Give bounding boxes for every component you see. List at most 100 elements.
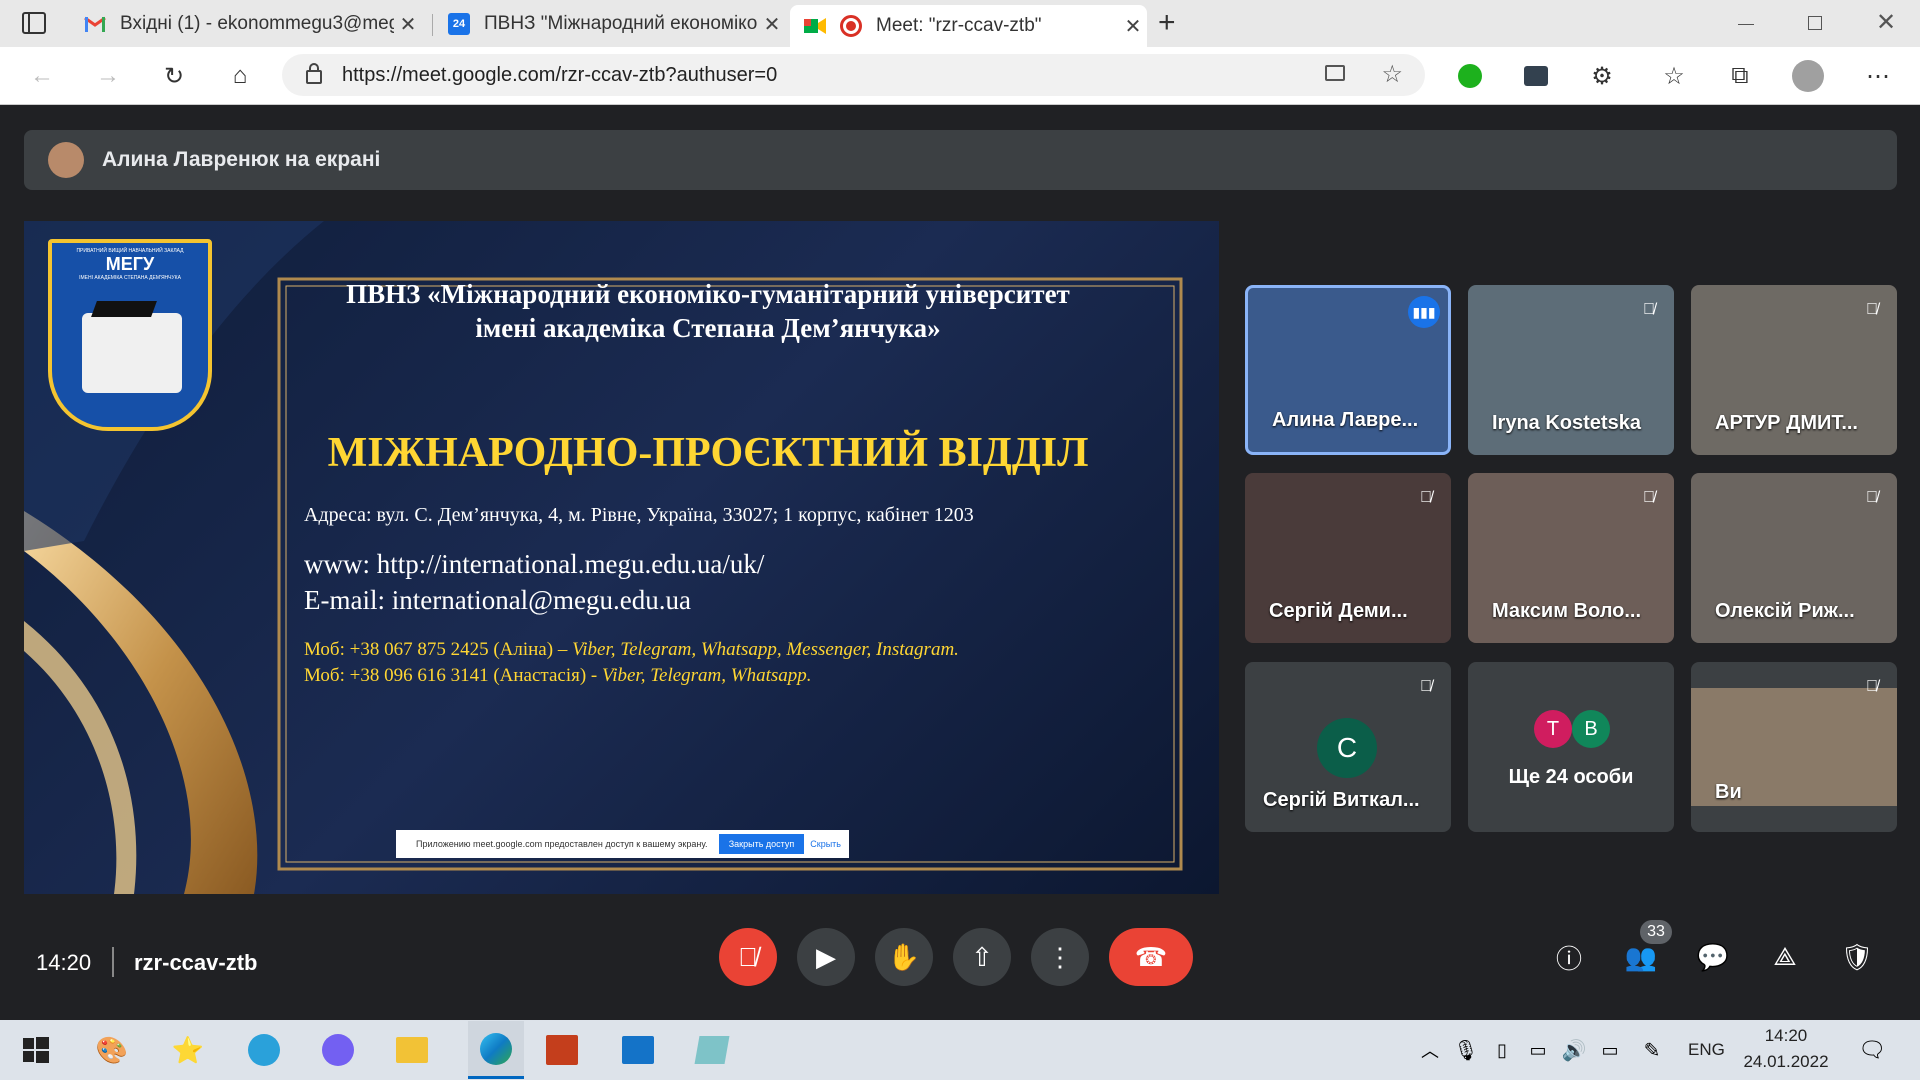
file-explorer-icon[interactable]: [392, 1030, 432, 1070]
clock-date[interactable]: 24.01.2022: [1736, 1052, 1836, 1072]
home-icon[interactable]: ⌂: [224, 60, 256, 92]
forward-icon[interactable]: →: [92, 60, 124, 92]
close-tab-icon[interactable]: ✕: [394, 12, 422, 37]
battery-tray-icon[interactable]: ▭: [1518, 1030, 1558, 1070]
reload-icon[interactable]: ↻: [158, 60, 190, 92]
others-count-label: Ще 24 особи: [1508, 766, 1634, 788]
phone2-apps: - Viber, Telegram, Whatsapp.: [586, 665, 812, 686]
windows-taskbar: 🎨 ⭐ ︿ 🎙 ▯ ▭ 🔊 ▭ ✎ ENG 14:20 24.01.2022 🗨: [0, 1020, 1920, 1080]
favorites-icon[interactable]: ☆: [1658, 60, 1690, 92]
add-favorite-icon[interactable]: ☆: [1381, 60, 1403, 89]
participant-tile[interactable]: 🎙̸ Олексій Риж...: [1691, 473, 1897, 643]
restore-button[interactable]: [1808, 16, 1822, 30]
hide-share-bar-button[interactable]: Скрыть: [810, 839, 841, 849]
notifications-icon[interactable]: 🗨: [1852, 1030, 1892, 1070]
phone1-number: Моб: +38 067 875 2425 (Аліна): [304, 639, 554, 660]
extension-dark-icon[interactable]: [1520, 60, 1552, 92]
close-tab-icon[interactable]: ✕: [1119, 14, 1147, 39]
sticky-app-icon[interactable]: ⭐: [168, 1030, 208, 1070]
close-tab-icon[interactable]: ✕: [758, 12, 786, 37]
screen-share-bar: Приложению meet.google.com предоставлен …: [396, 830, 849, 858]
clock-time[interactable]: 14:20: [1736, 1026, 1836, 1046]
telegram-icon[interactable]: [244, 1030, 284, 1070]
end-call-button[interactable]: ☎: [1109, 928, 1193, 986]
slide-department: МІЖНАРОДНО-ПРОЄКТНИЙ ВІДДІЛ: [327, 430, 1089, 476]
windows-start-icon[interactable]: [16, 1030, 56, 1070]
browser-tab-bar: Вхідні (1) - ekonommegu3@megu.edu.ua ✕ 2…: [0, 0, 1920, 47]
browser-toolbar: ← → ↻ ⌂ https://meet.google.com/rzr-ccav…: [0, 47, 1920, 105]
tab-meet[interactable]: Meet: "rzr-ccav-ztb" ✕: [790, 5, 1147, 47]
minimize-button[interactable]: [1738, 24, 1754, 25]
microphone-tray-icon[interactable]: 🎙: [1446, 1030, 1486, 1070]
camera-toggle-button[interactable]: ▶: [797, 928, 855, 986]
mic-off-icon: 🎙̸: [1866, 489, 1878, 506]
collections-icon[interactable]: ⧉: [1724, 60, 1756, 92]
extensions-icon[interactable]: ⚙: [1586, 60, 1618, 92]
participant-tile[interactable]: ▮▮▮ Алина Лавре...: [1245, 285, 1451, 455]
address-bar[interactable]: https://meet.google.com/rzr-ccav-ztb?aut…: [282, 54, 1425, 96]
powerpoint-icon[interactable]: [542, 1030, 582, 1070]
tab-title: Meet: "rzr-ccav-ztb": [876, 15, 1042, 36]
mic-toggle-button[interactable]: 🎙̸: [719, 928, 777, 986]
people-icon[interactable]: 👥: [1624, 940, 1658, 974]
close-window-button[interactable]: ✕: [1876, 8, 1896, 37]
paint-app-icon[interactable]: 🎨: [92, 1030, 132, 1070]
self-tile[interactable]: 🎙̸ Ви: [1691, 662, 1897, 832]
share-bar-text: Приложению meet.google.com предоставлен …: [416, 839, 708, 849]
mic-off-icon: 🎙̸: [1643, 301, 1655, 318]
extension-green-icon[interactable]: [1454, 60, 1486, 92]
raise-hand-button[interactable]: ✋: [875, 928, 933, 986]
mic-off-icon: 🎙̸: [1643, 489, 1655, 506]
tab-university[interactable]: 24 ПВНЗ "Міжнародний економіко-гуманітар…: [434, 6, 786, 42]
phone1-apps: – Viber, Telegram, Whatsapp, Messenger, …: [553, 639, 959, 660]
participant-tile[interactable]: 🎙̸ С Сергій Виткал...: [1245, 662, 1451, 832]
more-options-button[interactable]: ⋮: [1031, 928, 1089, 986]
new-tab-button[interactable]: +: [1158, 6, 1176, 40]
meet-area: Алина Лавренюк на екрані ПРИВАТНИЙ ВИЩИЙ…: [0, 105, 1920, 1020]
tray-chevron-icon[interactable]: ︿: [1410, 1030, 1450, 1070]
gmail-icon: [84, 13, 106, 35]
network-tray-icon[interactable]: ▭: [1590, 1030, 1630, 1070]
participant-tile[interactable]: 🎙̸ Максим Воло...: [1468, 473, 1674, 643]
mic-off-icon: 🎙̸: [1866, 301, 1878, 318]
divider: [112, 947, 114, 977]
mic-off-icon: 🎙̸: [1420, 678, 1432, 695]
avatar: Т: [1534, 710, 1572, 748]
participant-name: Максим Воло...: [1492, 600, 1642, 622]
others-tile[interactable]: Т В Ще 24 особи: [1468, 662, 1674, 832]
participant-tile[interactable]: 🎙̸ АРТУР ДМИТ...: [1691, 285, 1897, 455]
tab-gmail[interactable]: Вхідні (1) - ekonommegu3@megu.edu.ua ✕: [70, 6, 422, 42]
participant-tile[interactable]: 🎙̸ Сергій Деми...: [1245, 473, 1451, 643]
mic-off-icon: 🎙̸: [1866, 678, 1878, 695]
photos-icon[interactable]: [618, 1030, 658, 1070]
back-icon[interactable]: ←: [26, 60, 58, 92]
host-controls-icon[interactable]: 🛡: [1840, 940, 1874, 974]
present-button[interactable]: ⇧: [953, 928, 1011, 986]
volume-tray-icon[interactable]: 🔊: [1554, 1030, 1594, 1070]
camera-in-use-icon[interactable]: [1325, 65, 1345, 81]
book-icon: [82, 313, 182, 393]
pen-tray-icon[interactable]: ✎: [1632, 1030, 1672, 1070]
language-indicator[interactable]: ENG: [1688, 1040, 1725, 1060]
participant-name: Олексій Риж...: [1715, 600, 1855, 622]
avatar: В: [1572, 710, 1610, 748]
slide-email: E-mail: international@megu.edu.ua: [304, 585, 691, 615]
usb-tray-icon[interactable]: ▯: [1482, 1030, 1522, 1070]
slide-title-line2: імені академіка Степана Дем’янчука»: [475, 313, 941, 343]
notepad-app-icon[interactable]: [692, 1030, 732, 1070]
activities-icon[interactable]: ⟁: [1768, 940, 1802, 974]
presenter-banner: Алина Лавренюк на екрані: [24, 130, 1897, 190]
edge-browser-icon[interactable]: [468, 1021, 524, 1079]
tab-actions-icon[interactable]: [22, 12, 46, 34]
profile-avatar[interactable]: [1792, 60, 1824, 92]
stop-sharing-button[interactable]: Закрыть доступ: [718, 834, 805, 854]
participant-tile[interactable]: 🎙̸ Iryna Kostetska: [1468, 285, 1674, 455]
participant-name: Сергій Деми...: [1269, 600, 1408, 622]
participant-name: АРТУР ДМИТ...: [1715, 412, 1858, 434]
viber-icon[interactable]: [318, 1030, 358, 1070]
info-icon[interactable]: ⓘ: [1552, 940, 1586, 974]
more-menu-icon[interactable]: ⋯: [1862, 60, 1894, 92]
speaking-indicator-icon: ▮▮▮: [1408, 296, 1440, 328]
chat-icon[interactable]: 💬: [1696, 940, 1730, 974]
url-text: https://meet.google.com/rzr-ccav-ztb?aut…: [342, 63, 778, 86]
